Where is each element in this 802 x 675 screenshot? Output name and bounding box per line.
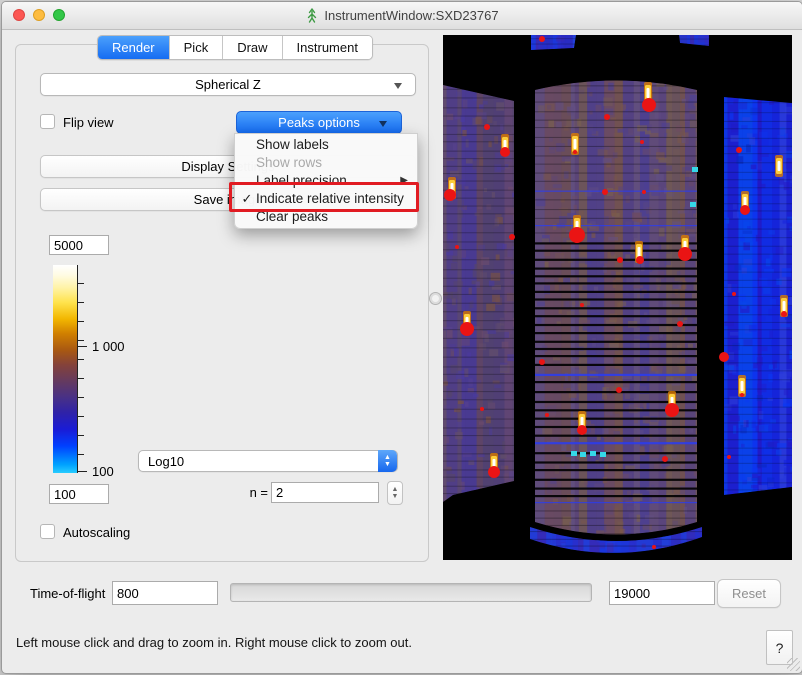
peak-marker bbox=[642, 190, 646, 194]
n-stepper[interactable]: ▲▼ bbox=[387, 481, 403, 505]
peak-marker bbox=[569, 227, 585, 243]
tof-min-input[interactable] bbox=[112, 581, 218, 605]
peak-marker bbox=[617, 257, 623, 263]
peak-marker bbox=[662, 456, 668, 462]
peak-marker bbox=[727, 455, 731, 459]
tab-instrument[interactable]: Instrument bbox=[283, 36, 372, 59]
tick-1000 bbox=[77, 346, 87, 347]
projection-combobox[interactable]: Spherical Z bbox=[40, 73, 416, 96]
peak-marker bbox=[652, 545, 656, 549]
peak-marker bbox=[444, 189, 456, 201]
status-text: Left mouse click and drag to zoom in. Ri… bbox=[16, 635, 412, 650]
peak-marker bbox=[580, 303, 584, 307]
instrument-view[interactable] bbox=[443, 35, 792, 560]
render-tab-panel: Spherical Z Flip view Peaks options Disp… bbox=[15, 44, 429, 562]
combo-stepper-icon: ▲▼ bbox=[378, 450, 397, 472]
peak-marker bbox=[636, 256, 644, 264]
viz-panel-center-bank bbox=[535, 73, 706, 548]
tof-label: Time-of-flight bbox=[30, 586, 105, 601]
peak-marker bbox=[665, 403, 679, 417]
chevron-down-icon bbox=[394, 83, 402, 89]
n-label: n = bbox=[238, 485, 268, 500]
menu-item-show-rows: Show rows bbox=[235, 154, 417, 172]
viz-panel-top-sliver-left bbox=[531, 35, 579, 50]
scale-type-combobox[interactable]: Log10 ▲▼ bbox=[138, 450, 398, 472]
viz-panel-top-sliver-right bbox=[679, 35, 718, 46]
peak-marker bbox=[732, 292, 736, 296]
flip-view-label: Flip view bbox=[63, 115, 114, 130]
color-scale-bar[interactable] bbox=[53, 265, 77, 473]
peaks-options-label: Peaks options bbox=[278, 115, 360, 130]
cyan-pixel bbox=[590, 451, 596, 456]
peak-marker bbox=[509, 234, 515, 240]
tick-label-100: 100 bbox=[92, 464, 114, 479]
peak-marker bbox=[719, 352, 729, 362]
cyan-pixel bbox=[571, 451, 577, 456]
peak-marker bbox=[740, 205, 750, 215]
peak-marker bbox=[545, 413, 549, 417]
peak-marker bbox=[484, 124, 490, 130]
peak-marker bbox=[740, 393, 744, 397]
cyan-pixel bbox=[690, 202, 696, 207]
titlebar: InstrumentWindow:SXD23767 bbox=[2, 2, 802, 30]
peaks-options-menu: Show labels Show rows Label precision ▶ … bbox=[234, 133, 418, 229]
window-title: InstrumentWindow:SXD23767 bbox=[324, 8, 498, 23]
peak-marker bbox=[781, 311, 787, 317]
chevron-down-icon bbox=[379, 121, 387, 127]
reset-button[interactable]: Reset bbox=[717, 579, 781, 608]
tab-bar: Render Pick Draw Instrument bbox=[97, 35, 373, 60]
cyan-pixel bbox=[692, 167, 698, 172]
peak-marker bbox=[604, 114, 610, 120]
annotation-highlight-box bbox=[229, 182, 419, 212]
peak-marker bbox=[539, 36, 545, 42]
cyan-pixel bbox=[600, 452, 606, 457]
instrument-window: InstrumentWindow:SXD23767 Render Pick Dr… bbox=[1, 1, 802, 674]
splitter[interactable] bbox=[429, 35, 443, 560]
viz-panel-left-bank bbox=[443, 85, 522, 506]
peak-marker bbox=[602, 189, 608, 195]
tab-render[interactable]: Render bbox=[98, 36, 170, 59]
peak-marker bbox=[488, 466, 500, 478]
tab-pick[interactable]: Pick bbox=[170, 36, 224, 59]
tof-max-input[interactable] bbox=[609, 581, 715, 605]
tab-draw[interactable]: Draw bbox=[223, 36, 282, 59]
projection-value: Spherical Z bbox=[195, 77, 261, 92]
instrument-render bbox=[443, 35, 792, 560]
scale-min-input[interactable] bbox=[49, 484, 109, 504]
scale-type-value: Log10 bbox=[148, 454, 184, 469]
n-input[interactable] bbox=[271, 482, 379, 503]
resize-grip[interactable] bbox=[787, 658, 800, 671]
tick-label-1000: 1 000 bbox=[92, 339, 125, 354]
scale-max-input[interactable] bbox=[49, 235, 109, 255]
peak-marker bbox=[573, 150, 577, 154]
peak-marker bbox=[677, 321, 683, 327]
color-scale-ticks bbox=[77, 265, 84, 473]
peak-marker bbox=[500, 147, 510, 157]
peak-marker bbox=[455, 245, 459, 249]
tick-100 bbox=[77, 471, 87, 472]
cyan-pixel bbox=[580, 452, 586, 457]
menu-item-show-labels[interactable]: Show labels bbox=[235, 136, 417, 154]
peak-marker bbox=[480, 407, 484, 411]
peak-marker bbox=[642, 98, 656, 112]
peak-marker bbox=[577, 425, 587, 435]
tof-slider[interactable] bbox=[230, 583, 592, 602]
flip-view-checkbox[interactable] bbox=[40, 114, 55, 129]
mantid-app-icon bbox=[305, 8, 319, 23]
autoscaling-checkbox[interactable] bbox=[40, 524, 55, 539]
peak-marker bbox=[678, 247, 692, 261]
peak-marker bbox=[460, 322, 474, 336]
peak-marker bbox=[539, 359, 545, 365]
peak-marker bbox=[616, 387, 622, 393]
autoscaling-label: Autoscaling bbox=[63, 525, 130, 540]
title-area: InstrumentWindow:SXD23767 bbox=[2, 2, 802, 29]
peak-marker bbox=[640, 140, 644, 144]
splitter-handle-icon[interactable] bbox=[429, 292, 442, 305]
peak-marker bbox=[736, 147, 742, 153]
peaks-options-button[interactable]: Peaks options bbox=[236, 111, 402, 134]
